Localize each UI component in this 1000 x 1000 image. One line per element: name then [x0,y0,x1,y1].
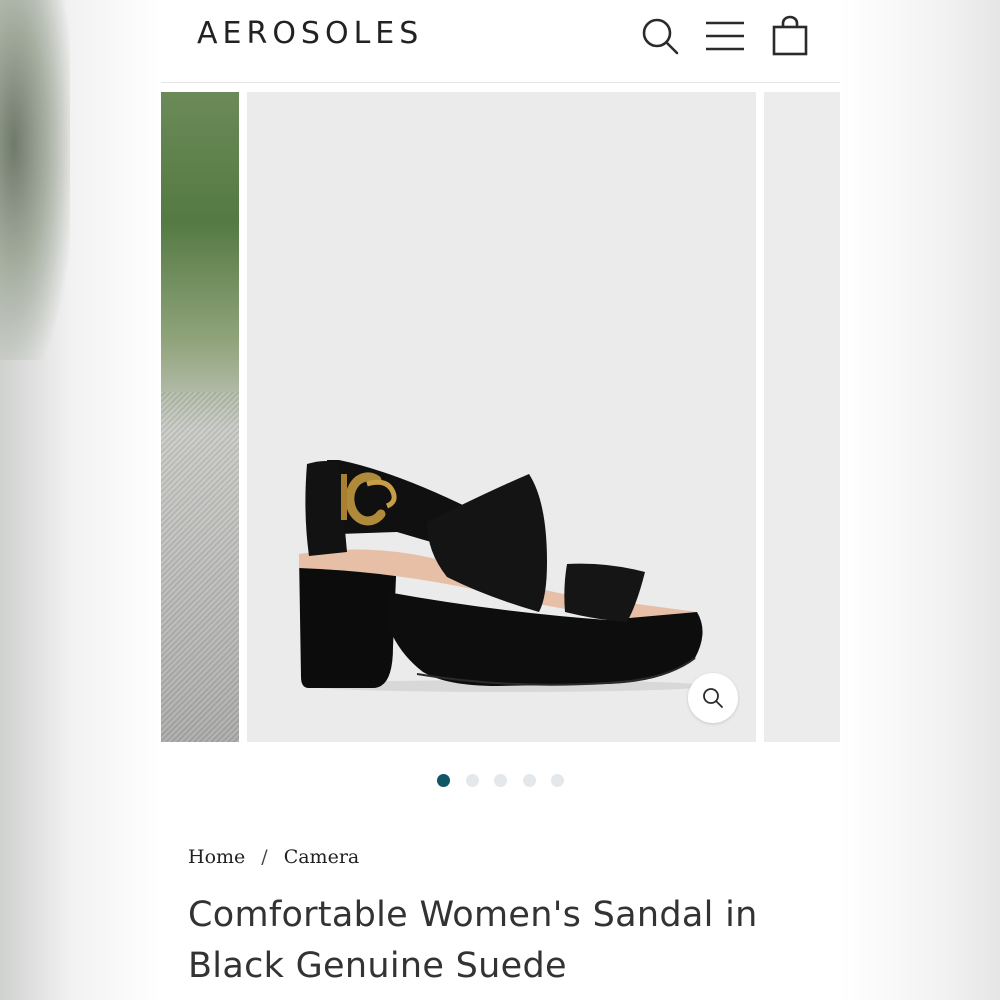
search-icon[interactable] [639,15,681,57]
previous-slide-image[interactable] [161,92,239,742]
product-title: Comfortable Women's Sandal in Black Genu… [188,895,758,986]
cart-icon[interactable] [770,15,812,57]
next-slide-image[interactable] [764,92,840,742]
carousel-pagination [161,772,840,790]
zoom-button[interactable] [688,673,738,723]
brand-logo[interactable]: AEROSOLES [197,16,423,51]
backdrop-right [840,0,1000,1000]
breadcrumb-home-link[interactable]: Home [188,846,245,868]
site-header: AEROSOLES [161,0,840,83]
carousel-dot-3[interactable] [494,774,507,787]
sandal-illustration [299,460,707,692]
breadcrumb-separator: / [261,846,268,868]
breadcrumb-current-link[interactable]: Camera [284,846,360,868]
carousel-dot-5[interactable] [551,774,564,787]
menu-icon[interactable] [704,15,746,57]
carousel-dot-1[interactable] [437,774,450,787]
product-image-carousel[interactable] [161,92,840,742]
product-page: AEROSOLES Home / Camera Comfortable Wome… [161,0,840,1000]
zoom-icon [703,688,723,708]
backdrop-left [0,0,161,1000]
carousel-dot-2[interactable] [466,774,479,787]
product-image[interactable] [247,92,756,742]
breadcrumb: Home / Camera [188,846,359,868]
carousel-dot-4[interactable] [523,774,536,787]
